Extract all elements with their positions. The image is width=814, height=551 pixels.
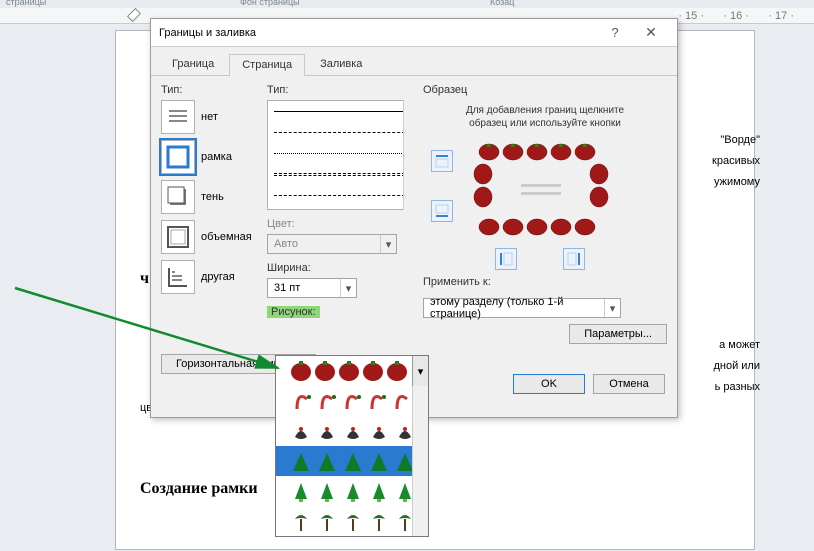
doc-heading: ч — [140, 270, 149, 288]
edge-left-button[interactable] — [495, 248, 517, 270]
chevron-down-icon: ▾ — [604, 299, 620, 317]
doc-frag: дной или — [713, 360, 760, 372]
preview-canvas[interactable] — [471, 142, 611, 237]
doc-frag: красивых — [712, 155, 760, 167]
doc-heading-2: Создание рамки — [140, 480, 258, 498]
ok-button[interactable]: OK — [513, 374, 585, 394]
doc-frag: ужимому — [714, 176, 760, 188]
linestyle-scrollbar[interactable] — [403, 100, 417, 210]
art-label: Рисунок: — [267, 306, 320, 318]
art-dropdown-list[interactable]: ▾ — [275, 355, 429, 537]
art-dropdown-arrow[interactable]: ▾ — [412, 356, 428, 386]
applyto-value: этому разделу (только 1-й странице) — [424, 296, 604, 320]
group-bg: Фон страницы — [240, 0, 300, 7]
tab-border[interactable]: Граница — [159, 53, 227, 75]
sample-hint: Для добавления границ щелкните образец и… — [465, 104, 625, 130]
doc-frag: а может — [719, 339, 760, 351]
setting-3d-icon — [161, 220, 195, 254]
linestyle-label: Тип: — [267, 84, 417, 96]
chevron-down-icon: ▾ — [380, 235, 396, 253]
setting-none[interactable]: нет — [161, 100, 261, 134]
dialog-title: Границы и заливка — [159, 27, 597, 39]
art-item-green-trees[interactable] — [276, 476, 428, 506]
setting-3d-label: объемная — [201, 231, 252, 243]
cancel-button[interactable]: Отмена — [593, 374, 665, 394]
art-item-xmastrees[interactable] — [276, 446, 428, 476]
setting-3d[interactable]: объемная — [161, 220, 261, 254]
edge-top-button[interactable] — [431, 150, 453, 172]
linestyle-item[interactable] — [274, 132, 410, 133]
edge-bottom-button[interactable] — [431, 200, 453, 222]
linestyle-list[interactable] — [267, 100, 417, 210]
setting-shadow-label: тень — [201, 191, 224, 203]
color-value: Авто — [268, 238, 380, 250]
doc-frag: ь разных — [715, 381, 760, 393]
setting-custom[interactable]: другая — [161, 260, 261, 294]
art-item-candycanes[interactable] — [276, 386, 428, 416]
art-item-berries[interactable] — [276, 356, 428, 386]
parameters-button[interactable]: Параметры... — [569, 324, 667, 344]
art-item-birds[interactable] — [276, 416, 428, 446]
width-label: Ширина: — [267, 262, 417, 274]
setting-none-icon — [161, 100, 195, 134]
linestyle-item[interactable] — [274, 111, 410, 112]
width-select[interactable]: 31 пт ▾ — [267, 278, 357, 298]
edge-right-button[interactable] — [563, 248, 585, 270]
ribbon-group-labels: страницы Фон страницы Козац — [0, 0, 814, 8]
setting-shadow[interactable]: тень — [161, 180, 261, 214]
ruler-mark-15: · 15 · — [678, 10, 704, 22]
dialog-titlebar[interactable]: Границы и заливка ? ✕ — [151, 19, 677, 47]
linestyle-item[interactable] — [274, 195, 410, 196]
color-select[interactable]: Авто ▾ — [267, 234, 397, 254]
applyto-select[interactable]: этому разделу (только 1-й странице) ▾ — [423, 298, 621, 318]
setting-label: Тип: — [161, 84, 261, 96]
color-label: Цвет: — [267, 218, 417, 230]
art-item-palmtrees[interactable] — [276, 506, 428, 536]
chevron-down-icon: ▾ — [340, 279, 356, 297]
setting-box[interactable]: рамка — [161, 140, 261, 174]
ruler-mark-17: · 17 · — [768, 10, 794, 22]
ruler-mark-16: · 16 · — [723, 10, 749, 22]
setting-box-icon — [161, 140, 195, 174]
help-button[interactable]: ? — [597, 25, 633, 40]
setting-custom-icon — [161, 260, 195, 294]
setting-box-label: рамка — [201, 151, 232, 163]
dialog-tabs: Граница Страница Заливка — [151, 47, 677, 76]
sample-preview — [423, 136, 633, 276]
group-pages: страницы — [6, 0, 46, 7]
linestyle-item[interactable] — [274, 153, 410, 154]
close-button[interactable]: ✕ — [633, 24, 669, 41]
linestyle-item[interactable] — [274, 173, 410, 176]
sample-label: Образец — [423, 84, 667, 96]
tab-shading[interactable]: Заливка — [307, 53, 375, 75]
group-kоzac: Козац — [490, 0, 514, 7]
setting-custom-label: другая — [201, 271, 235, 283]
setting-none-label: нет — [201, 111, 218, 123]
applyto-label: Применить к: — [423, 276, 667, 288]
width-value: 31 пт — [268, 282, 340, 294]
setting-shadow-icon — [161, 180, 195, 214]
tab-page[interactable]: Страница — [229, 54, 305, 76]
doc-frag: "Ворде" — [720, 134, 760, 146]
